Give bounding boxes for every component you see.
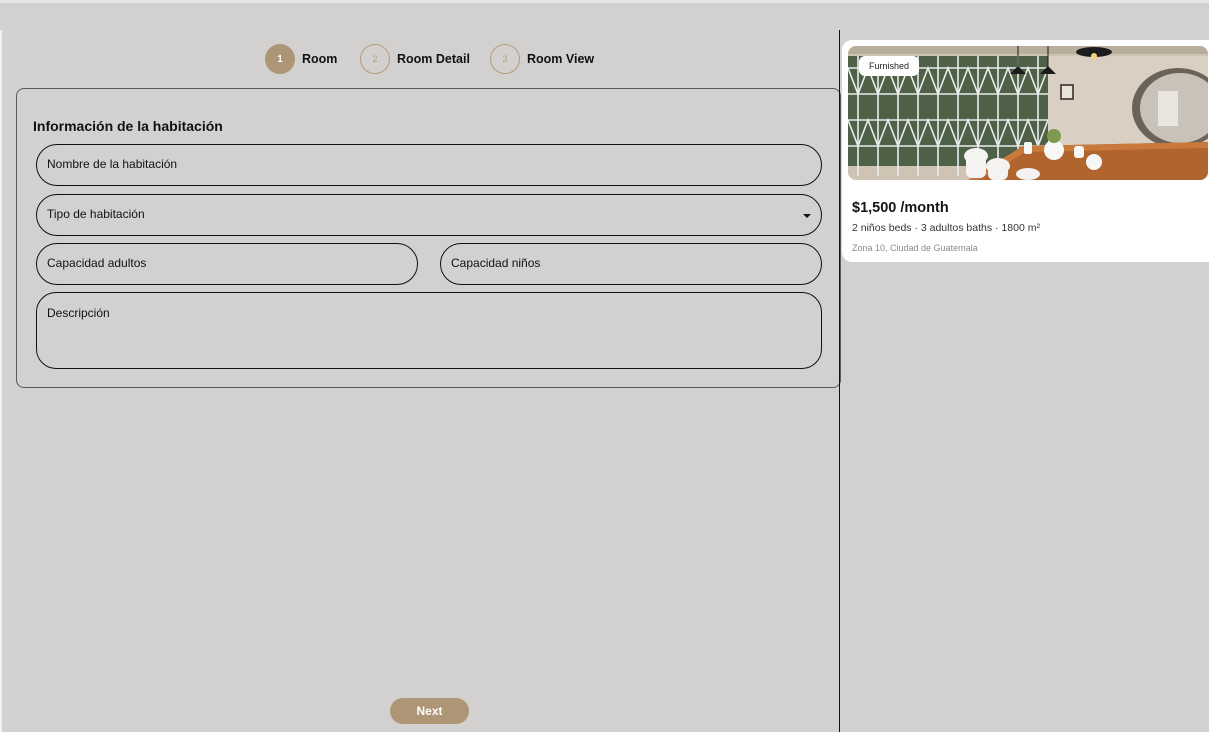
- furnished-badge: Furnished: [859, 56, 920, 76]
- listing-preview-card[interactable]: Furnished $1,500 /month 2 niños beds · 3…: [842, 40, 1209, 262]
- adults-capacity-placeholder: Capacidad adultos: [47, 256, 147, 270]
- stepper: 1 Room 2 Room Detail 3 Room View: [2, 43, 839, 77]
- room-type-placeholder: Tipo de habitación: [47, 207, 145, 221]
- step-label: Room Detail: [397, 52, 470, 66]
- room-type-select[interactable]: Tipo de habitación: [36, 194, 822, 236]
- step-number-badge: 1: [265, 44, 295, 74]
- listing-price: $1,500 /month: [852, 200, 949, 216]
- room-form-panel: 1 Room 2 Room Detail 3 Room View Informa…: [0, 30, 841, 732]
- step-label: Room: [302, 52, 338, 66]
- room-name-input[interactable]: Nombre de la habitación: [36, 144, 822, 186]
- step-number-badge: 3: [490, 44, 520, 74]
- description-placeholder: Descripción: [47, 306, 110, 320]
- listing-specs: 2 niños beds · 3 adultos baths · 1800 m²: [852, 222, 1040, 234]
- listing-location: Zona 10, Ciudad de Guatemala: [852, 243, 978, 253]
- description-textarea[interactable]: Descripción: [36, 292, 822, 369]
- panel-divider: [839, 30, 840, 732]
- listing-photo: Furnished: [848, 46, 1208, 180]
- step-room[interactable]: 1 Room: [265, 43, 337, 75]
- step-room-view[interactable]: 3 Room View: [490, 43, 594, 75]
- step-room-detail[interactable]: 2 Room Detail: [360, 43, 470, 75]
- children-capacity-input[interactable]: Capacidad niños: [440, 243, 822, 285]
- room-name-placeholder: Nombre de la habitación: [47, 157, 178, 171]
- chevron-down-icon: [803, 214, 811, 218]
- room-info-card: Información de la habitación Nombre de l…: [16, 88, 841, 388]
- form-title: Información de la habitación: [33, 118, 223, 134]
- next-button[interactable]: Next: [390, 698, 469, 724]
- top-strip: [0, 0, 1209, 3]
- children-capacity-placeholder: Capacidad niños: [451, 256, 541, 270]
- step-number-badge: 2: [360, 44, 390, 74]
- adults-capacity-input[interactable]: Capacidad adultos: [36, 243, 418, 285]
- step-label: Room View: [527, 52, 595, 66]
